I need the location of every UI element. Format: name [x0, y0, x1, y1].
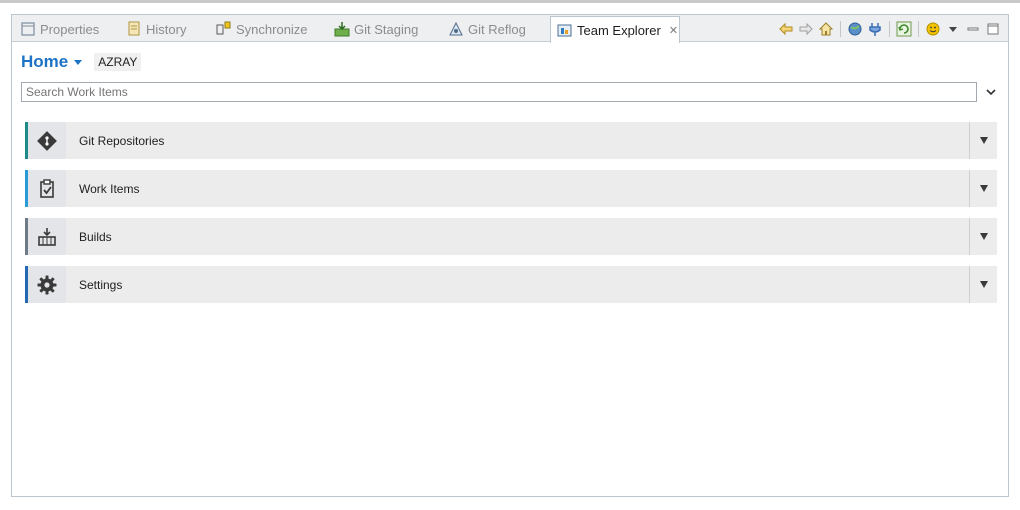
search-work-items-input[interactable]: [21, 82, 977, 102]
maximize-icon[interactable]: [984, 20, 1002, 38]
triangle-down-icon: [979, 185, 988, 192]
view-tab-bar: Properties History Synchronize Git Stagi…: [12, 15, 1008, 43]
section-label: Builds: [79, 229, 112, 244]
git-reflog-icon: [448, 21, 464, 37]
toolbar-separator: [840, 21, 841, 37]
triangle-down-icon: [979, 137, 988, 144]
close-tab-icon[interactable]: ✕: [669, 24, 678, 37]
expand-section-button[interactable]: [969, 218, 997, 255]
refresh-icon[interactable]: [895, 20, 913, 38]
section-settings[interactable]: Settings: [25, 266, 997, 303]
view-menu-icon[interactable]: [944, 20, 962, 38]
team-explorer-view: Properties History Synchronize Git Stagi…: [11, 14, 1009, 497]
tab-history[interactable]: History: [120, 17, 206, 41]
tab-git-staging[interactable]: Git Staging: [328, 17, 438, 41]
properties-icon: [20, 21, 36, 37]
clipboard-check-icon: [28, 170, 66, 207]
synchronize-icon: [216, 21, 232, 37]
gear-icon: [28, 266, 66, 303]
window-top-border: [0, 0, 1020, 3]
tab-label: Git Staging: [354, 21, 419, 37]
section-label: Settings: [79, 277, 123, 292]
back-icon[interactable]: [777, 20, 795, 38]
page-header: Home AZRAY: [21, 51, 142, 73]
home-menu[interactable]: Home: [21, 52, 68, 72]
project-name: AZRAY: [94, 53, 142, 71]
tab-properties[interactable]: Properties: [14, 17, 118, 41]
section-work-items[interactable]: Work Items: [25, 170, 997, 207]
expand-section-button[interactable]: [969, 170, 997, 207]
connect-icon[interactable]: [866, 20, 884, 38]
tab-label: Synchronize: [236, 21, 308, 37]
tab-team-explorer[interactable]: Team Explorer ✕: [550, 16, 680, 43]
tab-synchronize[interactable]: Synchronize: [210, 17, 324, 41]
toolbar-separator: [918, 21, 919, 37]
tab-label: Team Explorer: [577, 22, 661, 38]
tab-label: Properties: [40, 21, 100, 37]
triangle-down-icon: [979, 281, 988, 288]
section-git-repositories[interactable]: Git Repositories: [25, 122, 997, 159]
forward-icon[interactable]: [797, 20, 815, 38]
build-icon: [28, 218, 66, 255]
home-icon[interactable]: [817, 20, 835, 38]
history-icon: [126, 21, 142, 37]
team-explorer-icon: [557, 22, 573, 38]
section-label: Git Repositories: [79, 133, 165, 148]
feedback-smiley-icon[interactable]: [924, 20, 942, 38]
tab-label: History: [146, 21, 187, 37]
git-staging-icon: [334, 21, 350, 37]
expand-section-button[interactable]: [969, 122, 997, 159]
tab-git-reflog[interactable]: Git Reflog: [442, 17, 550, 41]
section-builds[interactable]: Builds: [25, 218, 997, 255]
web-icon[interactable]: [846, 20, 864, 38]
expand-section-button[interactable]: [969, 266, 997, 303]
section-label: Work Items: [79, 181, 140, 196]
triangle-down-icon: [979, 233, 988, 240]
chevron-down-icon[interactable]: [74, 59, 83, 65]
git-icon: [28, 122, 66, 159]
minimize-icon[interactable]: [964, 20, 982, 38]
search-options-chevron-icon[interactable]: [984, 85, 998, 99]
toolbar-separator: [889, 21, 890, 37]
tab-label: Git Reflog: [468, 21, 526, 37]
view-toolbar: [777, 19, 1002, 39]
